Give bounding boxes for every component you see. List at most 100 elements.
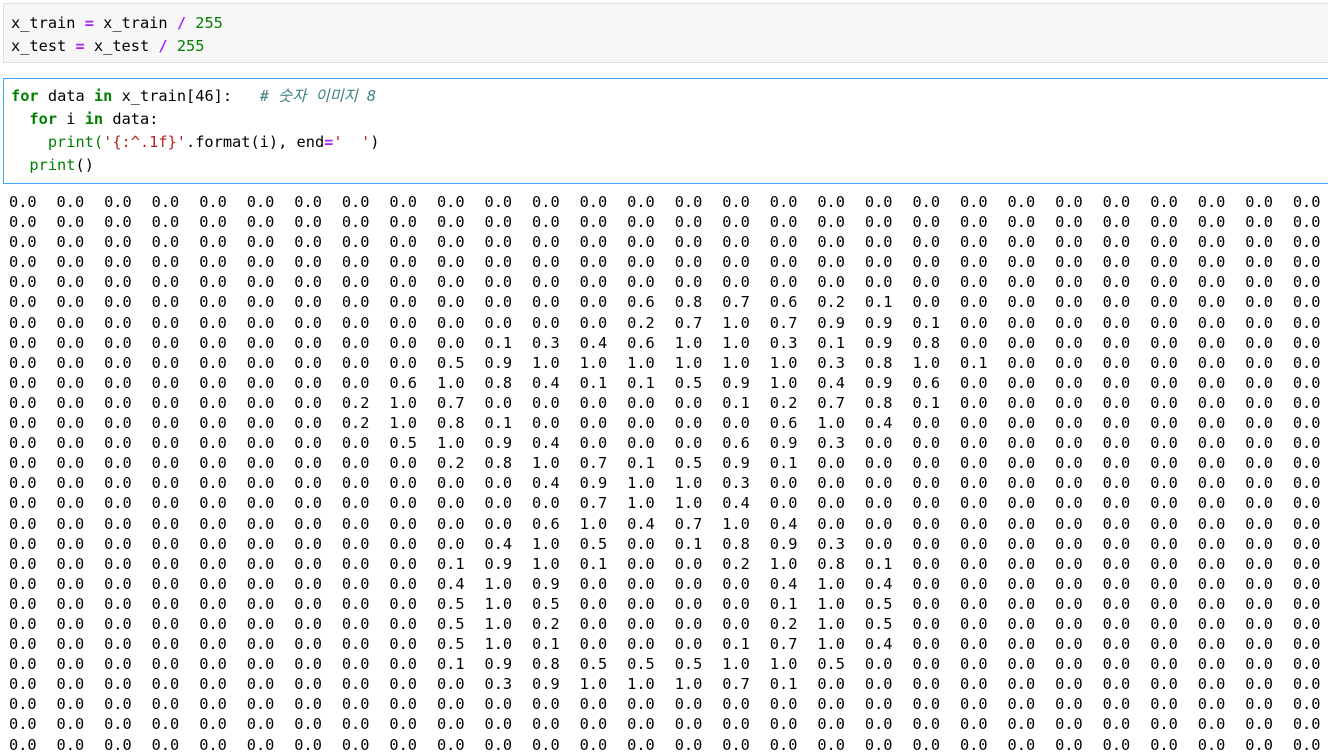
output-value: 0.0: [1150, 253, 1178, 272]
output-value: 0.0: [1007, 313, 1036, 332]
code-token: .format: [186, 133, 251, 151]
output-value: 0.0: [1055, 333, 1083, 352]
output-value: 0.0: [532, 695, 560, 714]
output-value: 0.0: [56, 635, 85, 654]
code-editor[interactable]: x_train = x_train / 255 x_test = x_test …: [11, 12, 223, 58]
output-value: 0.0: [674, 635, 703, 654]
output-value: 0.0: [769, 193, 798, 211]
output-value: 0.0: [436, 233, 465, 252]
output-value: 0.0: [960, 735, 988, 753]
output-value: 0.0: [1197, 574, 1226, 593]
output-value: 0.0: [246, 193, 275, 211]
output-value: 0.4: [627, 514, 655, 533]
output-value: 0.0: [912, 715, 941, 734]
output-value: 0.0: [960, 393, 988, 412]
output-value: 0.0: [912, 655, 941, 674]
output-value: 0.0: [627, 614, 655, 633]
output-value: 0.0: [246, 454, 275, 473]
output-value: 0.9: [722, 373, 750, 392]
output-value: 0.4: [532, 434, 560, 453]
output-value: 0.0: [294, 695, 322, 714]
output-value: 0.0: [1055, 233, 1083, 252]
output-value: 0.0: [769, 273, 798, 292]
output-value: 0.0: [627, 715, 655, 734]
output-value: 1.0: [627, 353, 655, 372]
output-row: 0.0 0.0 0.0 0.0 0.0 0.0 0.0 0.0 0.0 0.2 0.8 1.0 0.7 0…: [9, 453, 1328, 473]
output-value: 0.0: [246, 614, 275, 633]
output-value: 0.0: [864, 253, 893, 272]
output-value: 0.0: [1055, 213, 1083, 232]
output-value: 0.5: [864, 614, 893, 633]
output-value: 0.0: [960, 574, 988, 593]
output-value: 0.0: [1197, 715, 1226, 734]
output-value: 0.0: [1102, 393, 1131, 412]
code-token: data:: [112, 110, 159, 128]
output-value: 0.0: [1150, 193, 1178, 211]
output-value: 0.0: [436, 293, 465, 312]
output-value: 0.0: [912, 675, 941, 694]
output-value: 0.8: [912, 333, 941, 352]
output-value: 0.5: [436, 353, 465, 372]
output-value: 0.0: [1055, 273, 1083, 292]
output-value: 0.0: [341, 715, 370, 734]
output-value: 0.0: [912, 554, 941, 573]
code-cell-normalize[interactable]: x_train = x_train / 255 x_test = x_test …: [3, 3, 1328, 63]
output-value: 0.0: [246, 675, 275, 694]
output-value: 0.5: [674, 454, 703, 473]
output-value: 0.0: [341, 474, 370, 493]
output-value: 0.0: [1102, 534, 1131, 553]
output-value: 0.0: [1197, 454, 1226, 473]
output-value: 0.4: [769, 514, 798, 533]
output-value: 0.0: [1292, 434, 1321, 453]
output-value: 0.0: [199, 514, 227, 533]
output-value: 0.0: [1150, 735, 1178, 753]
output-value: 0.0: [864, 454, 893, 473]
output-value: 0.0: [864, 675, 893, 694]
output-value: 0.0: [960, 333, 988, 352]
output-value: 0.0: [436, 333, 465, 352]
output-value: 0.0: [1102, 353, 1131, 372]
output-value: 0.0: [1007, 353, 1036, 372]
output-value: 0.0: [1007, 373, 1036, 392]
output-value: 0.0: [199, 414, 227, 433]
output-value: 0.2: [436, 454, 465, 473]
output-value: 0.0: [960, 534, 988, 553]
output-value: 0.0: [817, 735, 845, 753]
output-value: 0.0: [1055, 635, 1083, 654]
output-value: 0.0: [627, 574, 655, 593]
output-value: 0.0: [389, 313, 418, 332]
output-value: 0.0: [199, 313, 227, 332]
output-value: 1.0: [817, 574, 845, 593]
output-value: 0.0: [1150, 353, 1178, 372]
output-value: 0.0: [1245, 193, 1273, 211]
output-value: 0.0: [341, 233, 370, 252]
output-value: 0.0: [294, 373, 322, 392]
output-value: 0.0: [1055, 313, 1083, 332]
code-cell-print-image[interactable]: for data in x_train[46]: # 숫자 이미지 8 for …: [3, 78, 1328, 184]
output-value: 0.0: [9, 414, 37, 433]
output-value: 0.0: [532, 494, 560, 513]
output-value: 0.0: [1055, 614, 1083, 633]
output-value: 0.0: [627, 414, 655, 433]
output-value: 0.0: [104, 293, 132, 312]
code-line: for data in x_train[46]: # 숫자 이미지 8: [11, 87, 376, 105]
output-value: 0.0: [1245, 574, 1273, 593]
output-value: 0.0: [246, 434, 275, 453]
output-value: 0.0: [1292, 233, 1321, 252]
output-value: 0.0: [579, 635, 608, 654]
output-value: 1.0: [532, 353, 560, 372]
output-value: 1.0: [627, 474, 655, 493]
output-value: 0.0: [674, 554, 703, 573]
output-value: 1.0: [674, 353, 703, 372]
output-value: 0.0: [246, 393, 275, 412]
output-value: 0.2: [341, 414, 370, 433]
output-value: 0.0: [1102, 635, 1131, 654]
code-editor[interactable]: for data in x_train[46]: # 숫자 이미지 8 for …: [11, 85, 379, 177]
code-token: for: [11, 87, 39, 105]
output-value: 0.0: [627, 735, 655, 753]
output-value: 0.0: [1150, 333, 1178, 352]
output-value: 0.0: [817, 213, 845, 232]
output-value: 0.0: [1197, 414, 1226, 433]
output-value: 0.0: [912, 635, 941, 654]
output-value: 0.0: [294, 675, 322, 694]
